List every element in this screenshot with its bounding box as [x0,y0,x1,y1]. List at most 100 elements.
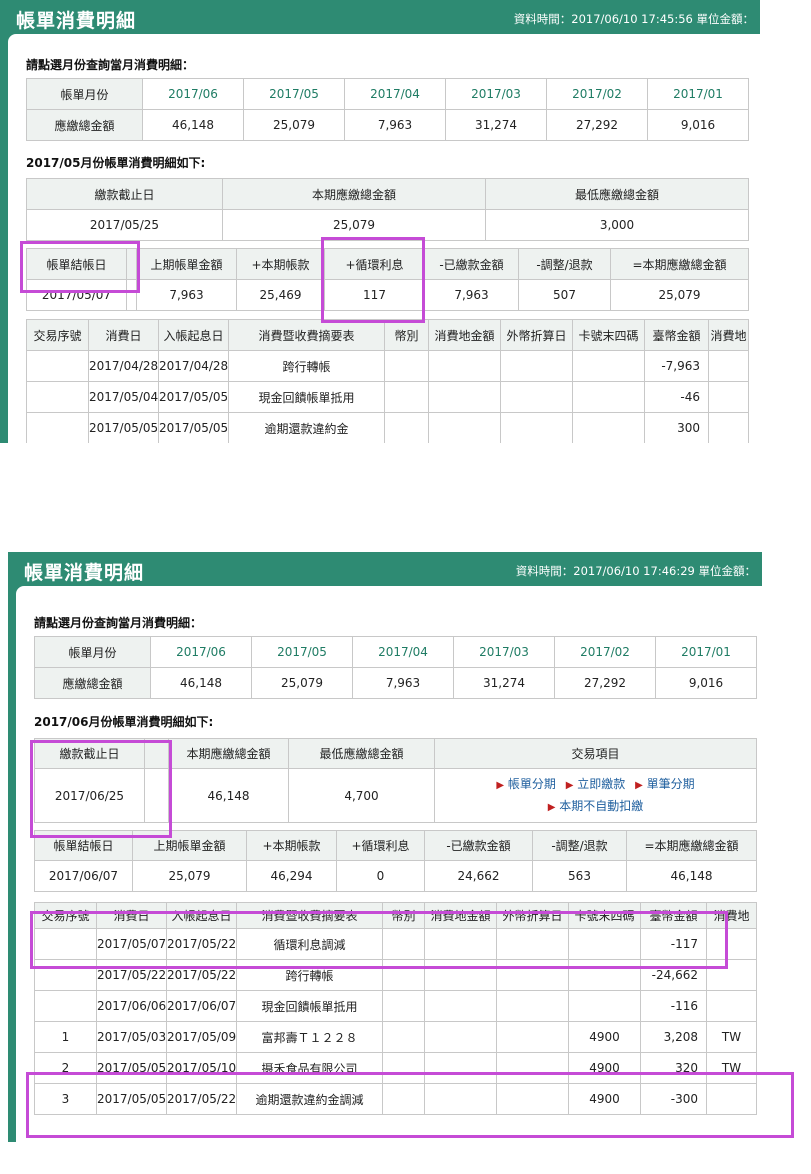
month-link[interactable]: 2017/05 [251,636,353,668]
page-header: 帳單消費明細 資料時間：2017/06/10 17:45:56 單位金額： [0,0,760,38]
tx-local-amount [428,381,501,413]
month-link[interactable]: 2017/02 [546,78,648,110]
month-link[interactable]: 2017/06 [150,636,252,668]
tx-header: 卡號末四碼 [572,319,645,351]
single-installment-link[interactable]: ▶ 單筆分期 [635,774,695,796]
month-link[interactable]: 2017/03 [445,78,547,110]
summary-value: 25,079 [132,860,247,892]
tx-location [706,990,757,1022]
month-link[interactable]: 2017/03 [453,636,555,668]
due-header: 本期應繳總金額 [222,178,486,210]
month-amount: 31,274 [453,667,555,699]
triangle-right-icon: ▶ [635,779,643,791]
action-label: 立即繳款 [577,776,626,791]
no-auto-debit-link[interactable]: ▶ 本期不自動扣繳 [548,796,644,818]
tx-fx-date [500,412,573,443]
tx-location [708,350,749,382]
transactions-table: 交易序號 消費日 入帳起息日 消費暨收費摘要表 幣別 消費地金額 外幣折算日 卡… [26,319,749,443]
tx-header: 幣別 [384,319,429,351]
tx-seq [26,412,89,443]
month-amount: 25,079 [251,667,353,699]
tx-twd-amount: 300 [644,412,709,443]
tx-header: 臺幣金額 [644,319,709,351]
summary-value: 563 [532,860,627,892]
month-link[interactable]: 2017/01 [647,78,749,110]
triangle-right-icon: ▶ [565,779,574,791]
tx-card-last4 [572,412,645,443]
total-due: 25,079 [222,209,486,241]
action-links: ▶ 帳單分期 ▶ 立即繳款 ▶ 單筆分期 ▶ 本期不自動扣繳 [434,768,757,823]
tx-seq [34,990,97,1022]
tx-header: 消費暨收費摘要表 [228,319,385,351]
tx-date: 2017/06/06 [96,990,167,1022]
tx-date: 2017/04/28 [88,350,159,382]
month-amount: 27,292 [554,667,656,699]
tx-seq: 1 [34,1021,97,1053]
installment-link[interactable]: ▶ 帳單分期 [496,774,556,796]
summary-header: +本期帳款 [246,830,337,861]
month-table: 帳單月份 2017/06 2017/05 2017/04 2017/03 201… [34,636,757,699]
closing-date: 2017/06/07 [34,860,133,892]
tx-header: 消費地 [708,319,749,351]
triangle-right-icon: ▶ [547,801,556,813]
tx-twd-amount: -46 [644,381,709,413]
section-title: 2017/05月份帳單消費明細如下: [26,156,206,170]
table-row: 2017/05/04 2017/05/05 現金回饋帳單抵用 -46 [26,381,749,413]
summary-header: =本期應繳總金額 [610,248,749,280]
amount-label: 應繳總金額 [26,109,143,141]
tx-fx-date [500,350,573,382]
total-due: 46,148 [168,768,289,823]
due-header: 交易項目 [434,738,757,769]
tx-description: 現金回饋帳單抵用 [236,990,383,1022]
month-link[interactable]: 2017/06 [142,78,244,110]
tx-card-last4 [568,990,641,1022]
tx-seq [26,381,89,413]
action-label: 帳單分期 [507,776,556,791]
tx-twd-amount: 3,208 [640,1021,707,1053]
table-row: 2017/06/06 2017/06/07 現金回饋帳單抵用 -116 [34,990,757,1022]
action-label: 本期不自動扣繳 [559,798,644,813]
summary-value: 25,079 [610,279,749,311]
tx-fx-date [496,1021,569,1053]
summary-header: -已繳款金額 [424,830,533,861]
page-title: 帳單消費明細 [24,562,145,584]
tx-card-last4: 4900 [568,1021,641,1053]
month-link[interactable]: 2017/01 [655,636,757,668]
summary-value: 507 [518,279,611,311]
month-link[interactable]: 2017/02 [554,636,656,668]
summary-value: 7,963 [136,279,237,311]
data-time-info: 資料時間：2017/06/10 17:45:56 單位金額： [513,12,754,26]
due-date: 2017/05/25 [26,209,223,241]
highlight-closing-date [20,241,140,293]
tx-local-amount [428,350,501,382]
month-link[interactable]: 2017/04 [344,78,446,110]
tx-post-date: 2017/05/09 [166,1021,237,1053]
month-link[interactable]: 2017/04 [352,636,454,668]
amount-label: 應繳總金額 [34,667,151,699]
tx-header: 交易序號 [26,319,89,351]
page-title: 帳單消費明細 [16,10,137,32]
tx-currency [384,381,429,413]
month-table: 帳單月份 2017/06 2017/05 2017/04 2017/03 201… [26,78,749,141]
tx-location: TW [706,1021,757,1053]
summary-header: -調整/退款 [532,830,627,861]
summary-value: 46,294 [246,860,337,892]
month-amount: 9,016 [655,667,757,699]
tx-description: 富邦壽Ｔ１２２８ [236,1021,383,1053]
month-amount: 46,148 [150,667,252,699]
tx-description: 跨行轉帳 [228,350,385,382]
month-amount: 25,079 [243,109,345,141]
summary-header: -調整/退款 [518,248,611,280]
tx-fx-date [496,990,569,1022]
month-amount: 46,148 [142,109,244,141]
summary-header: +本期帳款 [236,248,325,280]
tx-currency [384,350,429,382]
tx-card-last4 [572,381,645,413]
tx-description: 逾期還款違約金 [228,412,385,443]
month-link[interactable]: 2017/05 [243,78,345,110]
page-header: 帳單消費明細 資料時間：2017/06/10 17:46:29 單位金額： [8,552,762,590]
highlight-due-date [30,740,172,838]
highlight-interest-reduction-row [30,911,728,969]
pay-now-link[interactable]: ▶ 立即繳款 [566,774,626,796]
tx-header: 入帳起息日 [158,319,229,351]
